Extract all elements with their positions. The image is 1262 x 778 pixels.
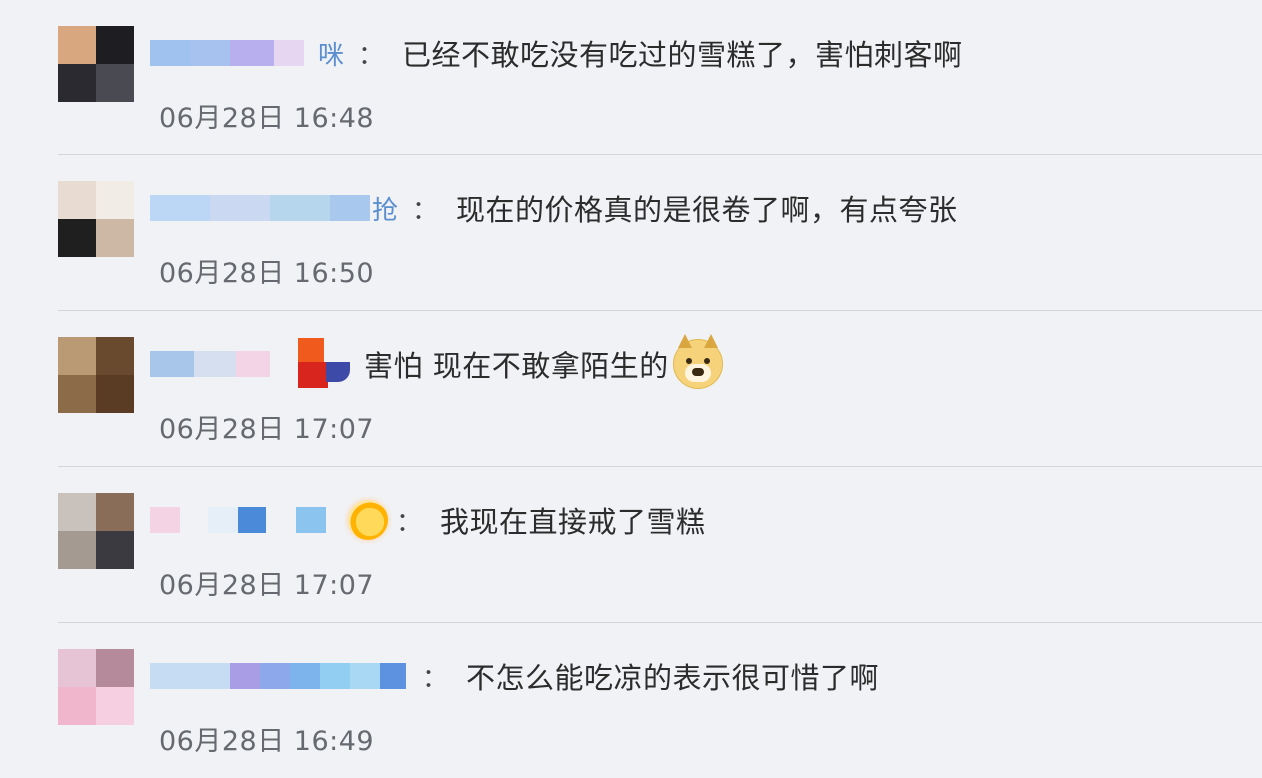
avatar[interactable] [58,649,134,725]
comment-text: 已经不敢吃没有吃过的雪糕了，害怕刺客啊 [402,38,963,72]
avatar[interactable] [58,181,134,257]
username-blurred[interactable]: 咪 [150,38,344,71]
comment-item: 咪 ： 已经不敢吃没有吃过的雪糕了，害怕刺客啊 06月28日 16:48 [58,0,1262,155]
username-blurred[interactable] [150,505,328,535]
comment-timestamp: 06月28日 16:50 [159,258,375,289]
username-blurred[interactable] [150,661,408,691]
comment-timestamp: 06月28日 17:07 [159,570,375,601]
comment-header: ： 我现在直接戒了雪糕 [150,495,706,545]
comment-text: 现在的价格真的是很卷了啊，有点夸张 [456,193,958,227]
comment-item: 害怕 现在不敢拿陌生的 06月28日 17:07 [58,311,1262,466]
comment-header: 害怕 现在不敢拿陌生的 [150,334,723,390]
comment-header: ： 不怎么能吃凉的表示很可惜了啊 [150,651,879,701]
doge-emoji-icon [672,334,723,389]
username-blurred[interactable] [150,349,272,379]
name-separator: ： [358,40,385,71]
username-fragment[interactable]: 抢 [372,190,398,227]
comment-header: 咪 ： 已经不敢吃没有吃过的雪糕了，害怕刺客啊 [150,28,963,78]
user-badge-icon [348,500,388,540]
comment-text: 不怎么能吃凉的表示很可惜了啊 [466,661,880,695]
user-badge-icon [298,338,352,390]
comment-header: 抢 ： 现在的价格真的是很卷了啊，有点夸张 [150,183,958,233]
name-separator: ： [396,507,423,538]
avatar[interactable] [58,26,134,102]
comment-item: ： 不怎么能吃凉的表示很可惜了啊 06月28日 16:49 [58,623,1262,778]
comment-item: ： 我现在直接戒了雪糕 06月28日 17:07 [58,467,1262,622]
avatar[interactable] [58,493,134,569]
username-blurred[interactable]: 抢 [150,193,398,226]
comment-text: 我现在直接戒了雪糕 [440,505,706,539]
username-fragment[interactable]: 咪 [318,35,344,72]
comment-item: 抢 ： 现在的价格真的是很卷了啊，有点夸张 06月28日 16:50 [58,155,1262,310]
comment-timestamp: 06月28日 16:49 [159,726,375,757]
name-separator: ： [412,195,439,226]
comment-timestamp: 06月28日 17:07 [159,414,375,445]
comment-timestamp: 06月28日 16:48 [159,103,375,134]
name-separator: ： [422,663,449,694]
comment-text: 害怕 现在不敢拿陌生的 [364,349,669,383]
avatar[interactable] [58,337,134,413]
